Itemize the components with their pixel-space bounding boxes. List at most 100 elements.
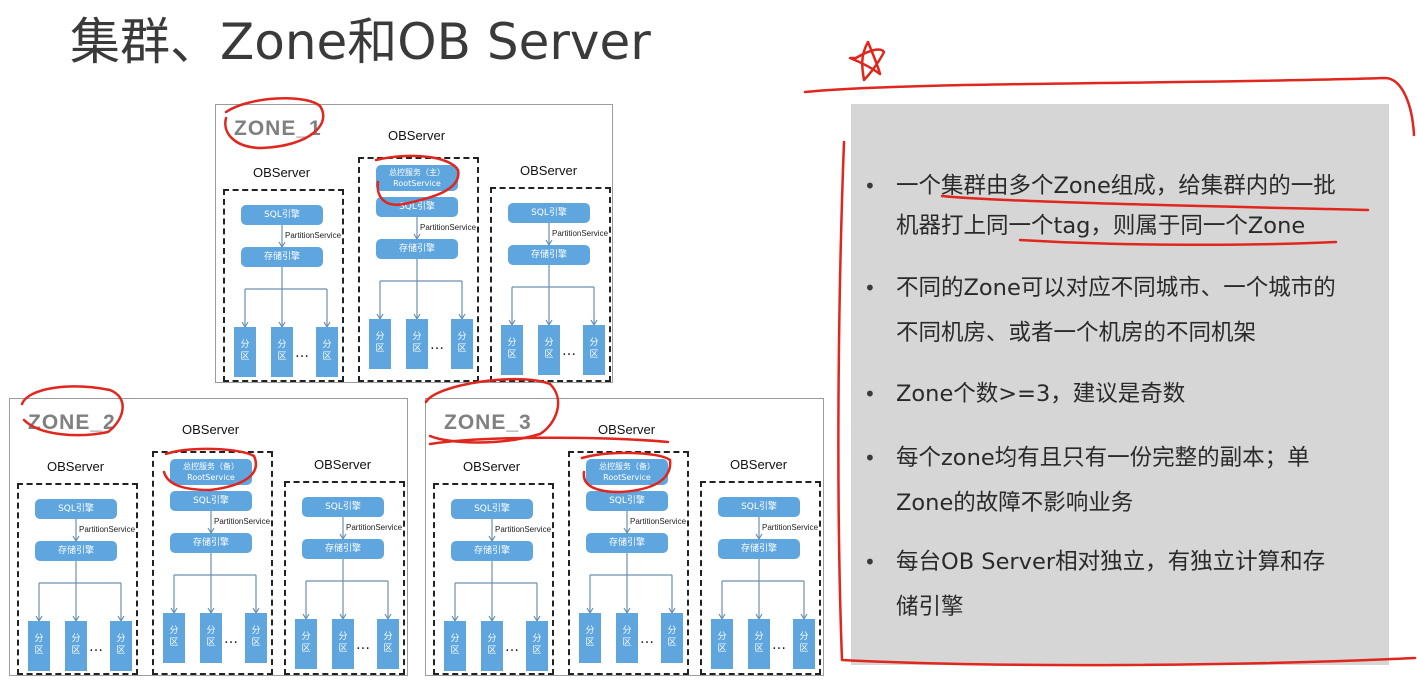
partition-label: 分 [799,632,809,642]
observer-box: 总控服务（主） RootService SQL引擎 PartitionService 存… [358,157,479,382]
partition-label: 区 [322,352,332,362]
observer-label: OBServer [388,128,446,143]
partition-label: 区 [457,344,467,354]
observer-box: SQL引擎 PartitionService 存储引擎分区分区分区… [700,481,821,675]
storage-engine-node: 存储引擎 [241,247,323,267]
partition-node: 分区 [200,613,222,663]
partition-node: 分区 [538,325,560,375]
bullet-dot: • [864,276,876,300]
observer-box: SQL引擎 PartitionService 存储引擎分区分区分区… [17,483,138,675]
zone-box: ZONE_3 OBServer SQL引擎 PartitionService 存储引擎分… [425,398,824,676]
explanation-panel: • 一个集群由多个Zone组成，给集群内的一批 机器打上同一个tag，则属于同一… [851,104,1389,665]
partition-label: 分 [457,332,467,342]
ellipsis: … [772,637,787,653]
sql-engine-node: SQL引擎 [586,491,668,511]
partition-label: 分 [754,632,764,642]
partition-label: 分 [34,634,44,644]
root-service-node: 总控服务（备） RootService [586,459,668,485]
observer-label: OBServer [730,457,788,472]
partition-label: 分 [322,340,332,350]
root-service-sublabel: RootService [187,473,235,482]
partition-label: 分 [487,634,497,644]
partition-service-label: PartitionService [214,517,271,526]
partition-label: 区 [507,350,517,360]
partition-label: 区 [383,644,393,654]
partition-label: 分 [544,338,554,348]
partition-node: 分区 [451,319,473,369]
partition-label: 分 [301,632,311,642]
sql-engine-node: SQL引擎 [508,203,590,223]
ellipsis: … [562,343,577,359]
partition-label: 分 [206,626,216,636]
partition-label: 区 [589,350,599,360]
root-service-sublabel: RootService [603,473,651,482]
bullet-dot: • [864,550,876,574]
partition-node: 分区 [616,613,638,663]
partition-node: 分区 [163,613,185,663]
partition-label: 区 [34,646,44,656]
partition-label: 区 [277,352,287,362]
partition-label: 区 [622,638,632,648]
bullet-line: 储引擎 [896,594,964,620]
partition-label: 分 [622,626,632,636]
partition-label: 区 [301,644,311,654]
observer-box: 总控服务（备） RootService SQL引擎 PartitionService 存… [152,451,273,675]
observer-label: OBServer [314,457,372,472]
partition-label: 区 [450,646,460,656]
zone-label: ZONE_3 [444,411,532,434]
storage-engine-node: 存储引擎 [451,541,533,561]
partition-node: 分区 [28,621,50,671]
partition-label: 区 [116,646,126,656]
slide-title: 集群、Zone和OB Server [70,13,651,71]
partition-service-label: PartitionService [285,231,342,240]
bullet-dot: • [864,446,876,470]
partition-label: 分 [240,340,250,350]
partition-label: 区 [717,644,727,654]
root-service-label: 总控服务（主） [389,168,445,177]
partition-node: 分区 [711,619,733,669]
partition-label: 分 [585,626,595,636]
partition-node: 分区 [793,619,815,669]
partition-node: 分区 [661,613,683,663]
partition-label: 区 [375,344,385,354]
partition-label: 区 [169,638,179,648]
storage-engine-node: 存储引擎 [508,245,590,265]
partition-label: 分 [450,634,460,644]
partition-service-label: PartitionService [79,525,136,534]
storage-engine-node: 存储引擎 [302,539,384,559]
partition-label: 区 [251,638,261,648]
partition-label: 区 [206,638,216,648]
partition-label: 区 [487,646,497,656]
partition-label: 分 [251,626,261,636]
sql-engine-node: SQL引擎 [451,499,533,519]
observer-label: OBServer [182,422,240,437]
partition-label: 分 [116,634,126,644]
partition-node: 分区 [271,327,293,377]
partition-service-label: PartitionService [495,525,552,534]
partition-node: 分区 [245,613,267,663]
storage-engine-node: 存储引擎 [376,239,458,259]
partition-label: 分 [412,332,422,342]
partition-label: 分 [169,626,179,636]
bullet-line: 不同的Zone可以对应不同城市、一个城市的 [896,275,1336,301]
observer-box: 总控服务（备） RootService SQL引擎 PartitionService 存… [568,451,689,675]
partition-node: 分区 [377,619,399,669]
partition-node: 分区 [332,619,354,669]
ellipsis: … [295,345,310,361]
storage-engine-node: 存储引擎 [35,541,117,561]
partition-service-label: PartitionService [420,223,477,232]
observer-box: SQL引擎 PartitionService 存储引擎分区分区分区… [284,481,405,675]
partition-node: 分区 [501,325,523,375]
partition-label: 区 [667,638,677,648]
observer-box: SQL引擎 PartitionService 存储引擎分区分区分区… [223,189,344,382]
observer-label: OBServer [463,459,521,474]
sql-engine-node: SQL引擎 [302,497,384,517]
sql-engine-node: SQL引擎 [170,491,252,511]
bullet-line: Zone个数>=3，建议是奇数 [896,381,1186,407]
ellipsis: … [505,639,520,655]
partition-node: 分区 [110,621,132,671]
partition-label: 区 [799,644,809,654]
storage-engine-node: 存储引擎 [170,533,252,553]
zone-label: ZONE_1 [234,117,322,140]
partition-label: 分 [338,632,348,642]
